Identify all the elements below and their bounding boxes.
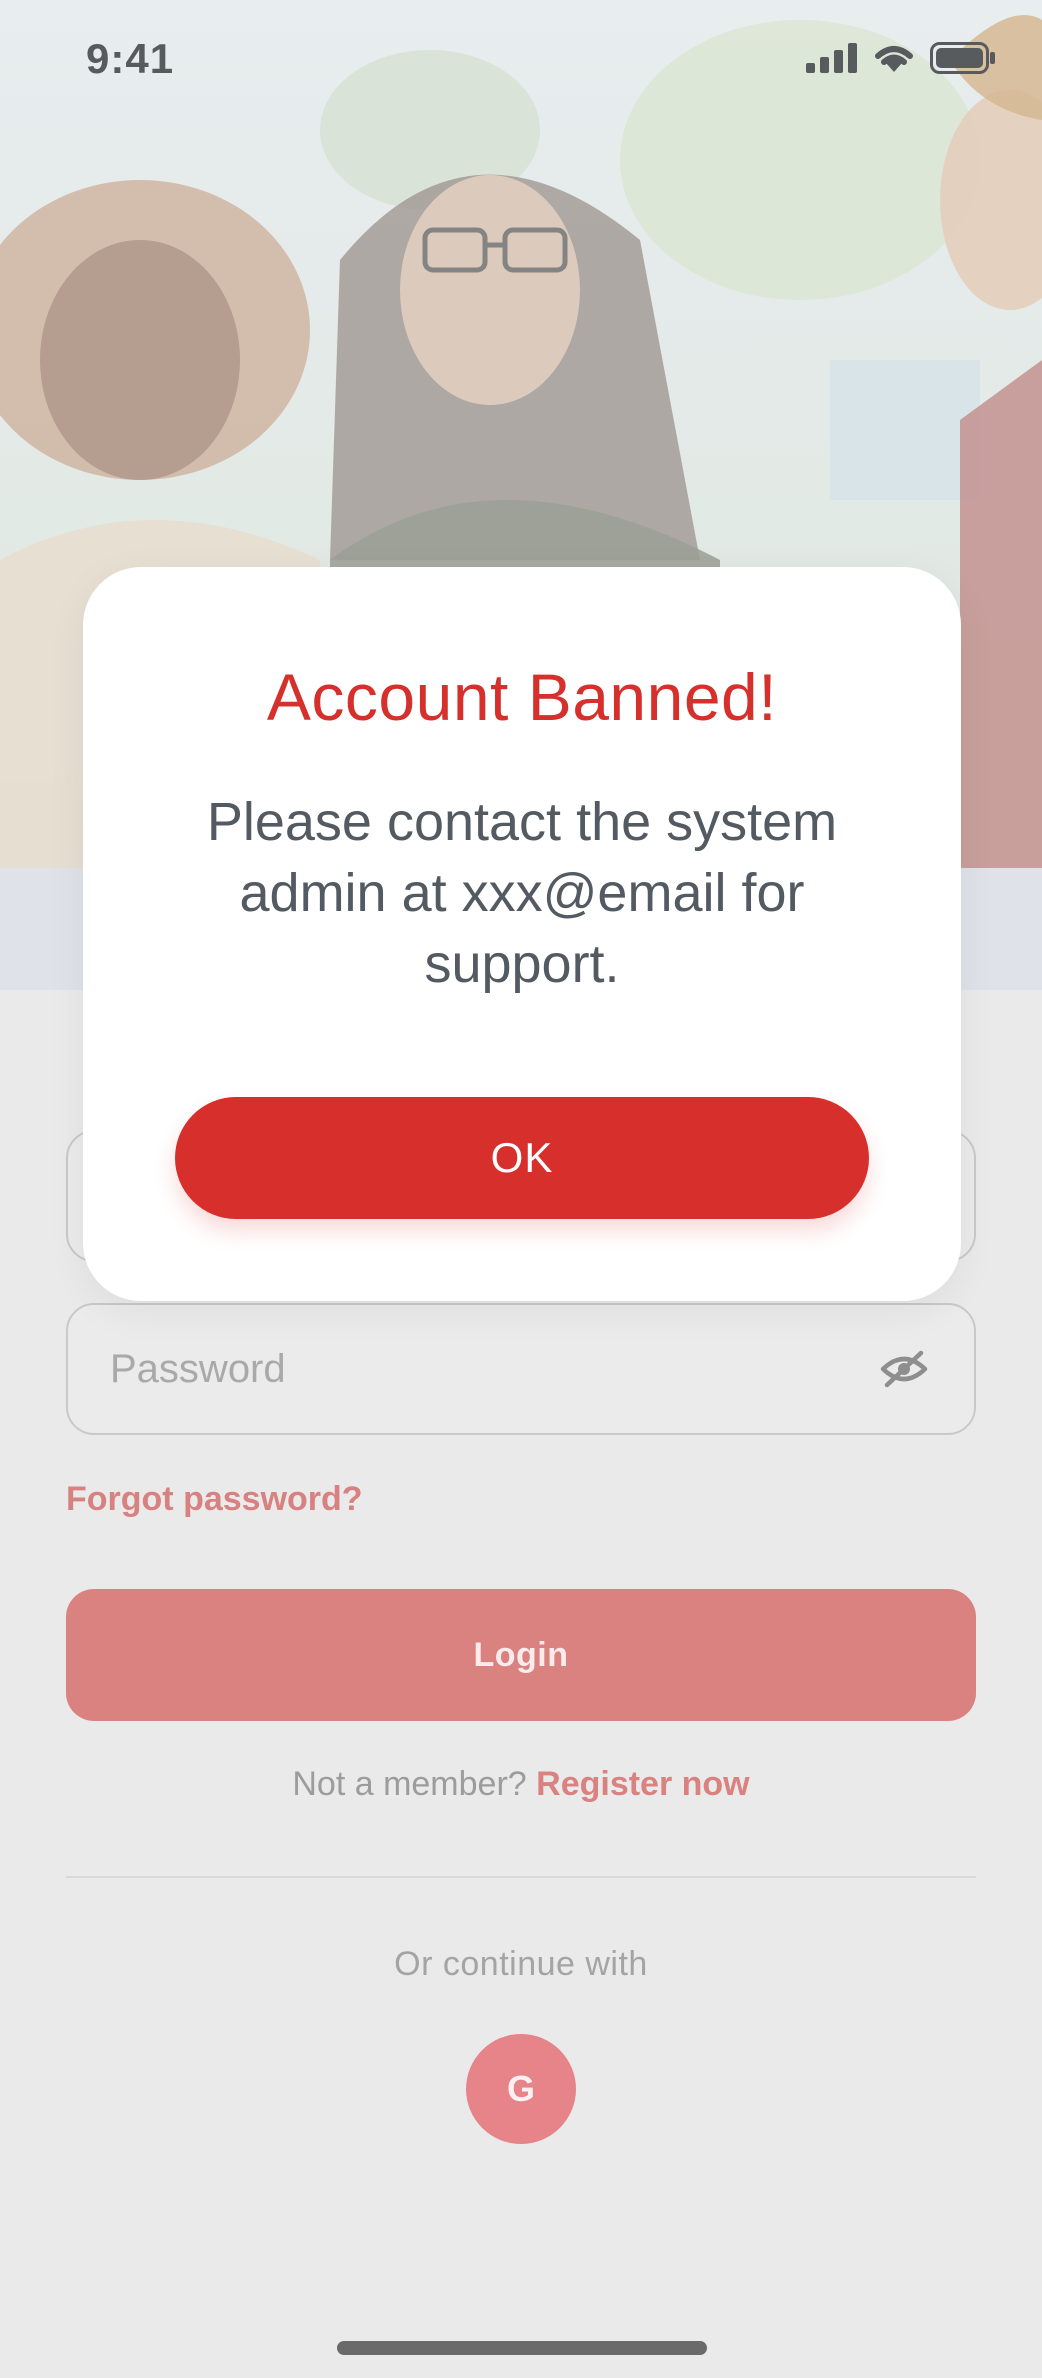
dialog-message: Please contact the system admin at xxx@e…	[206, 792, 838, 994]
google-login-button[interactable]: G	[466, 2034, 576, 2144]
register-row: Not a member? Register now	[0, 1765, 1042, 1804]
account-banned-dialog: Account Banned! Please contact the syste…	[83, 567, 961, 1301]
google-icon: G	[506, 2068, 535, 2109]
eye-slash-icon[interactable]	[876, 1341, 932, 1397]
ok-button[interactable]: OK	[175, 1097, 869, 1219]
status-time: 9:41	[86, 35, 175, 82]
register-prompt: Not a member?	[292, 1765, 527, 1803]
password-field[interactable]	[66, 1303, 976, 1435]
password-input[interactable]	[110, 1346, 870, 1392]
divider	[66, 1876, 976, 1878]
register-link[interactable]: Register now	[536, 1765, 749, 1803]
status-icons	[806, 41, 996, 79]
or-continue-label: Or continue with	[394, 1945, 648, 1983]
home-indicator	[337, 2341, 707, 2355]
wifi-icon	[872, 42, 916, 79]
login-button[interactable]: Login	[66, 1589, 976, 1721]
status-bar: 9:41	[0, 0, 1042, 120]
cellular-signal-icon	[806, 42, 858, 78]
dialog-title: Account Banned!	[266, 660, 778, 734]
forgot-password-link[interactable]: Forgot password?	[66, 1480, 363, 1519]
battery-icon	[930, 41, 996, 79]
